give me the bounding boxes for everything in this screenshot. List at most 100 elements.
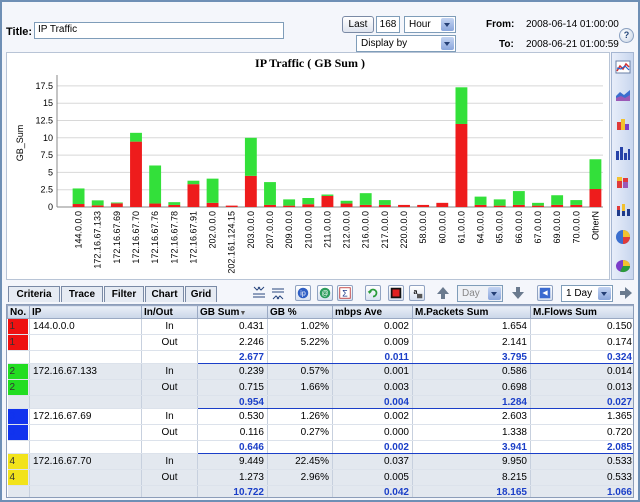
bar-in[interactable] [130, 141, 142, 207]
area-chart-icon[interactable] [615, 87, 631, 103]
bar-chart-icon[interactable] [615, 145, 631, 161]
bar-in[interactable] [532, 205, 544, 207]
last-button[interactable]: Last [342, 16, 374, 33]
bar-out[interactable] [378, 200, 391, 205]
bar-in[interactable] [168, 204, 181, 207]
arrow-down-icon[interactable] [510, 285, 526, 301]
bar-out[interactable] [551, 195, 564, 205]
bar-in[interactable] [91, 205, 104, 207]
bar-out[interactable] [493, 199, 506, 206]
bar-in[interactable] [264, 204, 276, 207]
col-header-flows-sum[interactable]: M.Flows Sum [530, 305, 633, 319]
bar-in[interactable] [110, 203, 123, 207]
bar-out[interactable] [110, 202, 123, 204]
3d-bar-chart-icon[interactable] [615, 115, 631, 131]
table-row[interactable]: 4 Out 1.273 2.96% 0.005 8.215 0.533 [7, 469, 633, 486]
chevron-down-icon[interactable] [598, 287, 611, 300]
bar-out[interactable] [264, 182, 276, 205]
bar-in[interactable] [225, 205, 238, 207]
bar-out[interactable] [589, 159, 602, 190]
bar-in[interactable] [589, 189, 602, 207]
col-header-gb-sum[interactable]: GB Sum▼ [197, 305, 268, 319]
bar-in[interactable] [398, 204, 410, 207]
line-chart-icon[interactable] [615, 59, 631, 75]
col-header-no[interactable]: No. [7, 305, 30, 319]
bar-out[interactable] [340, 200, 353, 204]
period-unit-select[interactable]: Hour [404, 16, 456, 33]
bar-in[interactable] [474, 204, 487, 207]
tab-trace[interactable]: Trace [61, 286, 103, 302]
bar-in[interactable] [244, 175, 257, 207]
sum-column-icon[interactable]: Σ [337, 285, 353, 301]
table-row[interactable]: 3 172.16.67.69 In 0.530 1.26% 0.002 2.603 1.365 [7, 408, 633, 425]
col-header-gb-pct[interactable]: GB % [267, 305, 333, 319]
table-row[interactable]: 2 Out 0.715 1.66% 0.003 0.698 0.013 [7, 379, 633, 396]
bar-out[interactable] [244, 137, 257, 176]
bar-in[interactable] [436, 202, 449, 207]
tab-filter[interactable]: Filter [104, 286, 144, 302]
bar-out[interactable] [321, 194, 334, 196]
bar-in[interactable] [455, 123, 468, 207]
col-header-ip[interactable]: IP [29, 305, 142, 319]
last-count-input[interactable]: 168 [376, 16, 400, 33]
stacked-bar-icon[interactable] [615, 201, 631, 217]
col-header-packets-sum[interactable]: M.Packets Sum [412, 305, 531, 319]
bar-out[interactable] [474, 196, 487, 205]
bar-out[interactable] [187, 180, 200, 185]
bar-out[interactable] [570, 200, 583, 205]
ip-info-icon[interactable]: ip [295, 285, 311, 301]
bar-in[interactable] [359, 204, 372, 207]
color-palette-icon[interactable] [388, 285, 404, 301]
bar-in[interactable] [570, 204, 583, 207]
chevron-down-icon[interactable] [488, 287, 501, 300]
bar-out[interactable] [359, 193, 372, 205]
col-header-mbps-ave[interactable]: mbps Ave [332, 305, 413, 319]
tab-grid[interactable]: Grid [185, 286, 217, 302]
table-row[interactable]: 1 144.0.0.0 In 0.431 1.02% 0.002 1.654 0.150 [7, 318, 633, 335]
chevron-down-icon[interactable] [441, 18, 454, 31]
bar-out[interactable] [302, 198, 315, 205]
bar-in[interactable] [512, 204, 525, 207]
interval-select[interactable]: 1 Day [561, 285, 613, 302]
3d-pie-chart-icon[interactable] [615, 257, 631, 273]
bar-in[interactable] [378, 204, 391, 207]
go-back-icon[interactable] [537, 285, 553, 301]
pie-chart-icon[interactable] [615, 229, 631, 245]
day-select[interactable]: Day [457, 285, 503, 302]
bar-in[interactable] [302, 204, 315, 207]
bar-out[interactable] [149, 165, 162, 204]
bar-in[interactable] [493, 205, 506, 207]
font-style-icon[interactable]: a [409, 285, 425, 301]
bar-out[interactable] [532, 202, 544, 206]
collapse-rows-icon[interactable] [251, 285, 267, 301]
title-input[interactable]: IP Traffic [34, 22, 284, 39]
display-by-select[interactable]: Display by [356, 35, 456, 52]
chevron-down-icon[interactable] [441, 37, 454, 50]
bar-in[interactable] [283, 205, 296, 207]
bar-out[interactable] [512, 191, 525, 205]
table-row[interactable]: 3 Out 0.116 0.27% 0.000 1.338 0.720 [7, 424, 633, 441]
arrow-right-icon[interactable] [618, 285, 634, 301]
bar-out[interactable] [206, 178, 219, 203]
tab-criteria[interactable]: Criteria [8, 286, 60, 302]
bar-out[interactable] [283, 199, 296, 206]
bar-in[interactable] [551, 204, 564, 207]
help-icon[interactable]: ? [619, 28, 634, 43]
bar-out[interactable] [130, 132, 142, 142]
bar-in[interactable] [72, 204, 85, 207]
bar-in[interactable] [417, 204, 430, 207]
expand-rows-icon[interactable] [270, 285, 286, 301]
bar-in[interactable] [149, 203, 162, 207]
bar-out[interactable] [168, 202, 181, 205]
table-row[interactable]: 4 172.16.67.70 In 9.449 22.45% 0.037 9.950 0.53… [7, 453, 633, 470]
bar-in[interactable] [321, 195, 334, 207]
refresh-icon[interactable] [365, 285, 381, 301]
bar-in[interactable] [206, 202, 219, 207]
table-row[interactable]: 2 172.16.67.133 In 0.239 0.57% 0.001 0.586 0.01… [7, 363, 633, 380]
arrow-up-icon[interactable] [435, 285, 451, 301]
tab-chart[interactable]: Chart [145, 286, 184, 302]
bar-out[interactable] [91, 200, 104, 206]
stacked-3d-bar-icon[interactable] [615, 173, 631, 189]
table-row[interactable]: 1 Out 2.246 5.22% 0.009 2.141 0.174 [7, 334, 633, 351]
bar-in[interactable] [340, 203, 353, 207]
